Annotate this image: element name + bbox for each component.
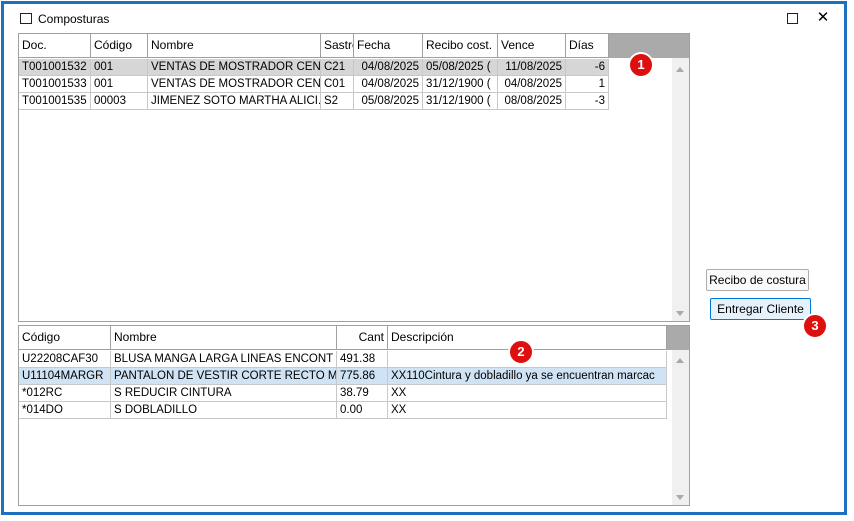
maximize-icon <box>786 12 798 24</box>
column-header[interactable]: Vence <box>498 34 566 57</box>
table-cell: 38.79 <box>337 385 388 401</box>
table-cell: 05/08/2025 <box>354 93 423 109</box>
title-bar: Composturas ✕ <box>4 4 844 34</box>
column-header[interactable]: Nombre <box>148 34 321 57</box>
table-cell: BLUSA MANGA LARGA LINEAS ENCONT <box>111 351 337 367</box>
items-scrollbar[interactable] <box>672 350 689 505</box>
table-cell: 0.00 <box>337 402 388 418</box>
table-cell: JIMENEZ SOTO MARTHA ALICI. <box>148 93 321 109</box>
table-cell: C21 <box>321 59 354 75</box>
table-cell: XX <box>388 385 667 401</box>
column-header[interactable]: Nombre <box>111 326 337 349</box>
items-header: Código Nombre Cant Descripción <box>19 326 667 350</box>
column-header[interactable]: Doc. <box>19 34 91 57</box>
table-cell: S DOBLADILLO <box>111 402 337 418</box>
column-header[interactable]: Días <box>566 34 609 57</box>
table-cell: C01 <box>321 76 354 92</box>
table-cell: 04/08/2025 <box>498 76 566 92</box>
table-cell: 31/12/1900 ( <box>423 76 498 92</box>
window-icon <box>20 13 32 24</box>
table-cell: 1 <box>566 76 609 92</box>
table-row[interactable]: U22208CAF30 BLUSA MANGA LARGA LINEAS ENCO… <box>19 351 667 368</box>
table-row[interactable]: U11104MARGR PANTALON DE VESTIR CORTE RECT… <box>19 368 667 385</box>
entregar-cliente-button[interactable]: Entregar Cliente <box>710 298 811 320</box>
table-cell: *012RC <box>19 385 111 401</box>
table-row[interactable]: T001001533 001 VENTAS DE MOSTRADOR CENT C01… <box>19 76 609 93</box>
table-row[interactable]: T001001535 00003 JIMENEZ SOTO MARTHA ALICI… <box>19 93 609 110</box>
scroll-up-icon[interactable] <box>676 67 684 72</box>
table-cell: 11/08/2025 <box>498 59 566 75</box>
header-filler <box>667 326 689 350</box>
table-cell: XX110Cintura y dobladillo ya se encuentr… <box>388 368 667 384</box>
scroll-down-icon[interactable] <box>676 495 684 500</box>
table-row[interactable]: *012RC S REDUCIR CINTURA 38.79 XX <box>19 385 667 402</box>
table-cell: U22208CAF30 <box>19 351 111 367</box>
window-title: Composturas <box>38 12 110 26</box>
table-cell: S2 <box>321 93 354 109</box>
table-cell: 31/12/1900 ( <box>423 93 498 109</box>
column-header[interactable]: Código <box>19 326 111 349</box>
table-cell: 001 <box>91 59 148 75</box>
table-cell: 05/08/2025 ( <box>423 59 498 75</box>
table-cell: 04/08/2025 <box>354 59 423 75</box>
table-row[interactable]: T001001532 001 VENTAS DE MOSTRADOR CENT C21… <box>19 59 609 76</box>
composturas-window: Composturas ✕ Doc.CódigoNombreSastreFech… <box>1 1 847 515</box>
step-badge-1: 1 <box>628 52 654 78</box>
column-header[interactable]: Sastre <box>321 34 354 57</box>
documents-scrollbar[interactable] <box>672 58 689 321</box>
close-icon: ✕ <box>816 9 830 26</box>
scroll-down-icon[interactable] <box>676 311 684 316</box>
column-header[interactable]: Fecha <box>354 34 423 57</box>
close-button[interactable]: ✕ <box>812 7 834 29</box>
table-cell: 08/08/2025 <box>498 93 566 109</box>
table-cell: 04/08/2025 <box>354 76 423 92</box>
table-cell: 491.38 <box>337 351 388 367</box>
maximize-button[interactable] <box>781 7 803 29</box>
table-cell: PANTALON DE VESTIR CORTE RECTO M <box>111 368 337 384</box>
table-cell: T001001535 <box>19 93 91 109</box>
step-badge-2: 2 <box>508 339 534 365</box>
table-cell: 00003 <box>91 93 148 109</box>
table-cell: -3 <box>566 93 609 109</box>
table-row[interactable]: *014DO S DOBLADILLO 0.00 XX <box>19 402 667 419</box>
table-cell: 001 <box>91 76 148 92</box>
table-cell: VENTAS DE MOSTRADOR CENT <box>148 76 321 92</box>
table-cell: T001001532 <box>19 59 91 75</box>
documents-grid[interactable]: Doc.CódigoNombreSastreFechaRecibo cost.V… <box>18 33 690 322</box>
column-header[interactable]: Cant <box>337 326 388 349</box>
step-badge-3: 3 <box>802 313 828 339</box>
table-cell: VENTAS DE MOSTRADOR CENT <box>148 59 321 75</box>
table-cell: *014DO <box>19 402 111 418</box>
documents-header: Doc.CódigoNombreSastreFechaRecibo cost.V… <box>19 34 609 58</box>
items-grid[interactable]: Código Nombre Cant Descripción U22208CAF30 B… <box>18 325 690 506</box>
column-header[interactable]: Código <box>91 34 148 57</box>
column-header[interactable]: Recibo cost. <box>423 34 498 57</box>
table-cell: XX <box>388 402 667 418</box>
scroll-up-icon[interactable] <box>676 358 684 363</box>
table-cell: S REDUCIR CINTURA <box>111 385 337 401</box>
table-cell: 775.86 <box>337 368 388 384</box>
table-cell: U11104MARGR <box>19 368 111 384</box>
table-cell: -6 <box>566 59 609 75</box>
table-cell: T001001533 <box>19 76 91 92</box>
recibo-costura-button[interactable]: Recibo de costura <box>706 269 809 291</box>
